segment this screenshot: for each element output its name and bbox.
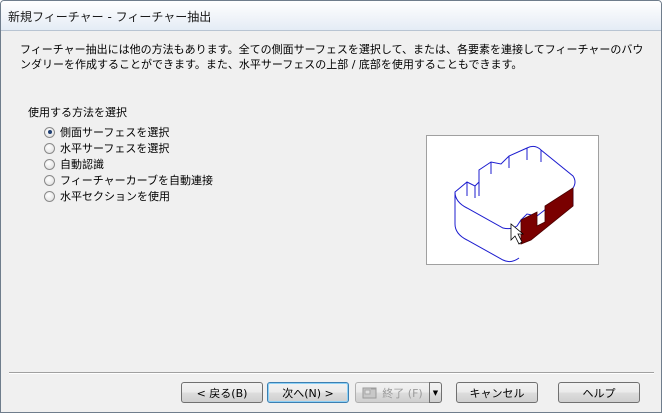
button-separator [9,372,654,374]
radio-button[interactable] [44,174,55,186]
finish-dropdown-arrow[interactable]: ▼ [429,382,442,403]
cancel-button[interactable]: キャンセル [456,382,538,403]
dialog-body: フィーチャー抽出には他の方法もあります。全ての側面サーフェスを選択して、または、… [1,31,661,369]
radio-side-surface[interactable]: 側面サーフェスを選択 [44,124,169,140]
chevron-down-icon: ▼ [432,388,439,397]
radio-auto-chain-curves[interactable]: フィーチャーカーブを自動連接 [44,172,213,188]
window-title: 新規フィーチャー - フィーチャー抽出 [8,10,212,24]
radio-label: 側面サーフェスを選択 [60,126,170,139]
finish-label: 終了 (F) [382,386,423,400]
radio-label: 自動認識 [60,158,104,171]
radio-label: フィーチャーカーブを自動連接 [60,174,214,187]
radio-button[interactable] [44,142,55,154]
title-bar[interactable]: 新規フィーチャー - フィーチャー抽出 [1,1,661,31]
radio-auto-recognition[interactable]: 自動認識 [44,156,104,172]
radio-button[interactable] [44,158,55,170]
radio-horizontal-section[interactable]: 水平セクションを使用 [44,188,170,204]
help-button[interactable]: ヘルプ [558,382,640,403]
radio-button-checked[interactable] [44,126,55,138]
radio-button[interactable] [44,190,55,202]
finish-button[interactable]: 終了 (F) [355,382,430,403]
back-button[interactable]: < 戻る(B) [181,382,263,403]
feature-wireframe-icon [454,145,576,263]
description-text: フィーチャー抽出には他の方法もあります。全ての側面サーフェスを選択して、または、… [20,43,644,71]
method-group-label: 使用する方法を選択 [28,106,127,119]
preview-image [426,135,599,265]
radio-label: 水平サーフェスを選択 [60,142,170,155]
radio-label: 水平セクションを使用 [60,190,170,203]
feature-extract-dialog: 新規フィーチャー - フィーチャー抽出 フィーチャー抽出には他の方法もあります。… [0,0,662,413]
finish-flag-icon [362,387,377,399]
next-button[interactable]: 次へ(N) > [267,382,349,403]
radio-horizontal-surface[interactable]: 水平サーフェスを選択 [44,140,169,156]
